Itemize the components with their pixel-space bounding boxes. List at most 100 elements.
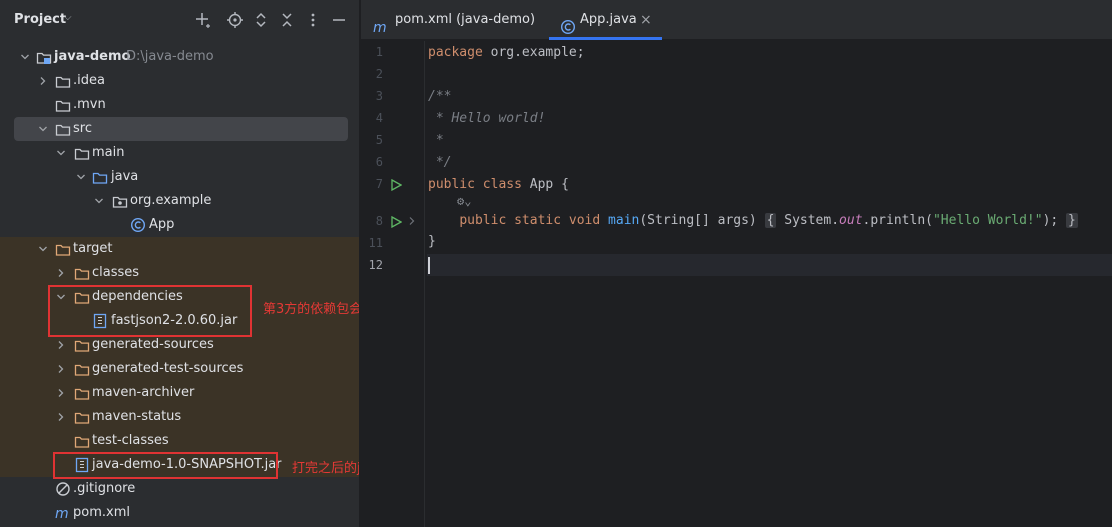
tree-item[interactable]: .idea <box>0 69 359 93</box>
excluded-folder-icon <box>74 266 90 280</box>
folder-icon <box>55 98 71 112</box>
add-icon[interactable] <box>193 10 213 30</box>
chevron-down-icon[interactable] <box>92 189 106 213</box>
folded-block-close[interactable]: } <box>1066 213 1078 228</box>
excluded-folder-icon <box>74 410 90 424</box>
tree-item-label: main <box>92 145 125 160</box>
tab-app-java[interactable]: App.java × <box>560 0 660 40</box>
tree-item[interactable]: App <box>0 213 359 237</box>
excluded-folder-icon <box>74 338 90 352</box>
chevron-down-icon[interactable] <box>36 117 50 141</box>
tree-item[interactable]: src <box>0 117 359 141</box>
tree-item[interactable]: maven-status <box>0 405 359 429</box>
line-number: 1 <box>375 45 383 59</box>
text-caret <box>428 257 430 274</box>
tree-item[interactable]: m pom.xml <box>0 501 359 525</box>
tree-item[interactable]: java <box>0 165 359 189</box>
line-number: 8 <box>375 214 383 228</box>
package-icon <box>112 194 128 208</box>
code-line-6: */ <box>428 155 452 170</box>
chevron-right-icon[interactable] <box>54 381 68 405</box>
svg-text:m: m <box>373 20 387 35</box>
collapse-all-icon[interactable] <box>277 10 297 30</box>
editor-gutter: 1 2 3 4 5 6 7 8 11 12 <box>361 41 425 527</box>
line-number: 7 <box>375 177 383 191</box>
tab-pom-xml-label: pom.xml (java-demo) <box>395 12 536 27</box>
tree-item[interactable]: maven-archiver <box>0 381 359 405</box>
chevron-down-icon[interactable] <box>74 165 88 189</box>
line-number: 11 <box>368 236 383 250</box>
tab-app-java-label: App.java <box>580 12 637 27</box>
more-icon[interactable] <box>303 10 323 30</box>
code-line-3: /** <box>428 89 452 104</box>
tree-item[interactable]: target <box>0 237 359 261</box>
tree-item[interactable]: classes <box>0 261 359 285</box>
project-panel-title[interactable]: Project <box>14 12 66 27</box>
tree-item-label: java-demo <box>54 49 131 64</box>
tree-item[interactable]: .mvn <box>0 93 359 117</box>
code-line-4: * Hello world! <box>428 111 546 126</box>
gitignore-file-icon <box>55 482 71 496</box>
java-class-icon <box>130 217 146 233</box>
chevron-down-icon[interactable] <box>54 141 68 165</box>
folder-icon <box>55 74 71 88</box>
locate-icon[interactable] <box>225 10 245 30</box>
annotation-jar-note: 打完之后的jar包 <box>292 461 360 476</box>
code-area[interactable]: package org.example; /** * Hello world! … <box>427 41 1112 527</box>
tree-item-label: .idea <box>73 73 105 88</box>
code-line-7: public class App { <box>428 177 569 192</box>
tree-item-path-hint: D:\java-demo <box>126 49 214 64</box>
tree-item-label: target <box>73 241 113 256</box>
chevron-right-icon[interactable] <box>54 357 68 381</box>
tree-item-label: org.example <box>130 193 212 208</box>
tree-item-label: pom.xml <box>73 505 130 520</box>
tree-item-label: test-classes <box>92 433 169 448</box>
tree-item-label: src <box>73 121 92 136</box>
annotation-dependencies-note: 第3方的依赖包会放到这里 <box>263 302 359 317</box>
folder-icon <box>74 146 90 160</box>
tree-item-label: App <box>149 217 175 232</box>
chevron-down-icon[interactable]: ⌵ <box>64 12 72 23</box>
current-line-highlight <box>427 254 1112 276</box>
excluded-folder-icon <box>55 242 71 256</box>
tree-item[interactable]: test-classes <box>0 429 359 453</box>
expand-all-icon[interactable] <box>251 10 271 30</box>
fold-expand-icon[interactable] <box>408 214 416 231</box>
tree-item[interactable]: .gitignore <box>0 477 359 501</box>
ai-inlay-icon[interactable]: ⚙⌄ <box>457 194 471 208</box>
minimize-icon[interactable] <box>329 10 349 30</box>
tree-item-label: .gitignore <box>73 481 136 496</box>
chevron-right-icon[interactable] <box>54 261 68 285</box>
editor-area: m pom.xml (java-demo) App.java × 1234567… <box>361 0 1112 527</box>
chevron-right-icon[interactable] <box>54 405 68 429</box>
project-panel-header: Project ⌵ <box>0 0 359 40</box>
folder-icon <box>55 122 71 136</box>
tree-item[interactable]: org.example <box>0 189 359 213</box>
java-class-icon <box>560 12 576 35</box>
annotation-box-dependencies <box>48 285 252 337</box>
project-tool-window: Project ⌵ java-demo D:\java-demo .idea .mvn… <box>0 0 360 527</box>
tree-item[interactable]: main <box>0 141 359 165</box>
close-icon[interactable]: × <box>640 0 652 40</box>
tree-item-label: maven-status <box>92 409 182 424</box>
annotation-box-jar <box>53 452 278 479</box>
folded-block-open[interactable]: { <box>764 213 777 228</box>
tree-item-label: java <box>111 169 139 184</box>
code-line-5: * <box>428 133 444 148</box>
line-number: 5 <box>375 133 383 147</box>
code-line-8: public static void main(String[] args) {… <box>459 213 1078 228</box>
tree-item-label: .mvn <box>73 97 106 112</box>
source-folder-icon <box>92 170 108 184</box>
chevron-down-icon[interactable] <box>36 237 50 261</box>
tree-item-label: maven-archiver <box>92 385 195 400</box>
run-gutter-icon[interactable] <box>390 215 403 229</box>
chevron-right-icon[interactable] <box>36 69 50 93</box>
tree-item-label: classes <box>92 265 140 280</box>
tree-item[interactable]: java-demo D:\java-demo <box>0 45 359 69</box>
line-number: 2 <box>375 67 383 81</box>
chevron-down-icon[interactable] <box>18 45 32 69</box>
editor-tab-bar: m pom.xml (java-demo) App.java × <box>361 0 1112 40</box>
tab-pom-xml[interactable]: m pom.xml (java-demo) <box>373 0 536 40</box>
tree-item[interactable]: generated-test-sources <box>0 357 359 381</box>
run-gutter-icon[interactable] <box>390 178 403 192</box>
